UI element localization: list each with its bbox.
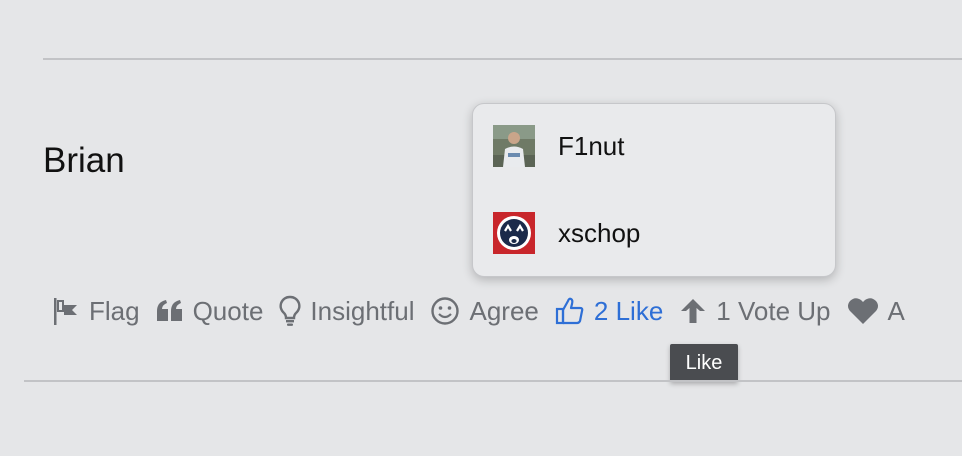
quote-label: Quote (192, 295, 264, 326)
liker-item[interactable]: F1nut (493, 125, 625, 167)
liker-name[interactable]: F1nut (558, 131, 625, 162)
user-avatar-photo (493, 125, 535, 167)
likes-popover: F1nut xschop (472, 103, 836, 277)
divider-bottom (24, 380, 962, 382)
awesome-label: A (887, 295, 905, 326)
agree-label: Agree (469, 295, 539, 326)
like-tooltip: Like (670, 344, 738, 382)
insightful-label: Insightful (310, 295, 415, 326)
smiley-icon (431, 297, 460, 325)
vote-up-label: Vote Up (737, 295, 831, 326)
vote-up-button[interactable]: 1 Vote Up (679, 295, 831, 327)
divider-top (43, 58, 962, 60)
agree-button[interactable]: Agree (430, 295, 539, 327)
like-count: 2 (593, 295, 609, 326)
quote-icon (156, 300, 182, 321)
awesome-button[interactable]: A (847, 296, 905, 327)
thumbs-up-icon (555, 297, 584, 325)
flag-button[interactable]: Flag (52, 296, 140, 327)
user-avatar-logo (493, 212, 535, 254)
liker-item[interactable]: xschop (493, 212, 640, 254)
post-actions-bar: Flag Quote Insightful Agree 2 Like 1 Vot… (52, 288, 962, 334)
vote-up-count: 1 (716, 295, 731, 326)
arrow-up-icon (681, 299, 706, 323)
insightful-button[interactable]: Insightful (279, 295, 414, 327)
flag-label: Flag (89, 295, 140, 326)
like-label: Like (615, 295, 664, 326)
lightbulb-icon (279, 295, 301, 326)
liker-name[interactable]: xschop (558, 218, 640, 249)
post-author-name[interactable]: Brian (43, 140, 125, 182)
heart-icon (847, 298, 878, 324)
like-button[interactable]: 2 Like (555, 296, 663, 327)
flag-icon (54, 298, 77, 325)
quote-button[interactable]: Quote (156, 295, 264, 327)
